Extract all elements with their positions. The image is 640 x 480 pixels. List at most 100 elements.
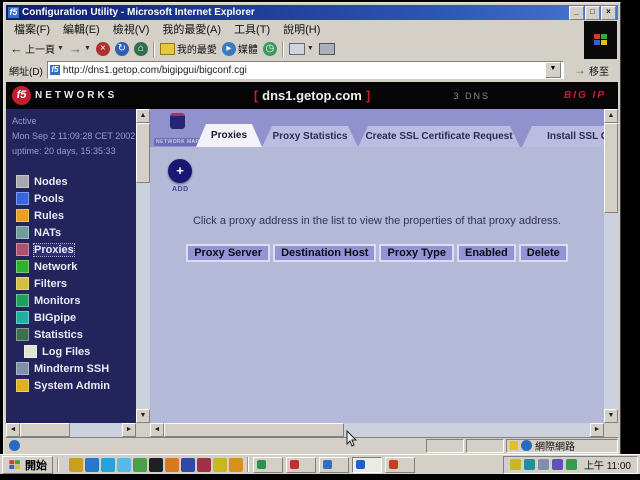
hostname-banner: [dns1.getop.com] — [6, 88, 618, 103]
forward-button[interactable]: → ▼ — [69, 41, 91, 56]
sidebar-item-nodes[interactable]: Nodes — [6, 173, 136, 190]
sidebar-item-proxies[interactable]: Proxies — [6, 241, 136, 258]
status-page-icon — [9, 440, 20, 451]
scroll-up-button[interactable]: ▲ — [604, 109, 618, 123]
sidebar-item-system-admin[interactable]: System Admin — [6, 377, 136, 394]
home-button[interactable]: ⌂ — [134, 42, 148, 56]
start-button[interactable]: 開始 — [2, 456, 53, 474]
quicklaunch-icon-9[interactable] — [197, 458, 211, 472]
scroll-right-button[interactable]: ► — [122, 423, 136, 437]
quicklaunch-icon-6[interactable] — [149, 458, 163, 472]
menu-view[interactable]: 檢視(V) — [113, 21, 150, 37]
scroll-thumb[interactable] — [136, 123, 150, 183]
sidebar-item-nats[interactable]: NATs — [6, 224, 136, 241]
quicklaunch-icon-11[interactable] — [229, 458, 243, 472]
status-active: Active — [12, 114, 136, 129]
sidebar-item-monitors[interactable]: Monitors — [6, 292, 136, 309]
tray-flag-icon[interactable] — [524, 459, 535, 470]
mindterm-ssh-icon — [16, 362, 29, 375]
column-proxy-server: Proxy Server — [186, 244, 270, 262]
maximize-button[interactable]: □ — [585, 6, 600, 20]
task-button-5[interactable] — [385, 457, 415, 473]
tab-proxies[interactable]: Proxies — [196, 124, 262, 147]
add-proxy-button[interactable]: + — [168, 159, 192, 183]
f5-banner: f5 NETWORKS [dns1.getop.com] 3 DNS BIG I… — [6, 82, 618, 109]
menu-favorites[interactable]: 我的最愛(A) — [162, 21, 221, 37]
minimize-button[interactable]: _ — [569, 6, 584, 20]
tab-create-ssl-certificate-request[interactable]: Create SSL Certificate Request — [358, 126, 520, 147]
quicklaunch-icon-10[interactable] — [213, 458, 227, 472]
sidebar-item-statistics[interactable]: Statistics — [6, 326, 136, 343]
mail-dropdown-icon[interactable]: ▼ — [307, 45, 314, 52]
scroll-down-button[interactable]: ▼ — [604, 409, 618, 423]
banner-3dns-link[interactable]: 3 DNS — [453, 91, 490, 101]
quicklaunch-icon-1[interactable] — [69, 458, 83, 472]
address-dropdown-button[interactable]: ▼ — [545, 62, 561, 78]
address-label: 網址(D) — [9, 63, 43, 78]
print-button[interactable] — [319, 43, 335, 55]
scrollbar-corner — [604, 423, 618, 437]
instruction-text: Click a proxy address in the list to vie… — [150, 215, 604, 227]
column-proxy-type: Proxy Type — [379, 244, 454, 262]
sidebar-item-rules[interactable]: Rules — [6, 207, 136, 224]
statistics-icon — [16, 328, 29, 341]
favorites-button[interactable]: 我的最愛 — [160, 41, 217, 56]
quicklaunch-icon-7[interactable] — [165, 458, 179, 472]
scroll-right-button[interactable]: ► — [590, 423, 604, 437]
mail-button[interactable]: ▼ — [289, 43, 314, 55]
remote-access-icon[interactable] — [566, 459, 577, 470]
scroll-up-button[interactable]: ▲ — [136, 109, 150, 123]
sidebar-item-log-files[interactable]: Log Files — [6, 343, 136, 360]
scroll-left-button[interactable]: ◄ — [150, 423, 164, 437]
menu-help[interactable]: 說明(H) — [283, 21, 320, 37]
go-button[interactable]: → 移至 — [568, 62, 615, 79]
menu-file[interactable]: 檔案(F) — [14, 21, 50, 37]
task-button-1[interactable] — [253, 457, 283, 473]
media-button[interactable]: ▸ 媒體 — [222, 41, 258, 56]
quicklaunch-icon-8[interactable] — [181, 458, 195, 472]
network-map-button[interactable]: NETWORK MAP — [154, 112, 200, 144]
menu-tools[interactable]: 工具(T) — [234, 21, 270, 37]
display-icon[interactable] — [538, 459, 549, 470]
quicklaunch-icon-2[interactable] — [85, 458, 99, 472]
scroll-thumb[interactable] — [604, 123, 618, 213]
tray-app-icon[interactable] — [552, 459, 563, 470]
stop-button[interactable]: × — [96, 42, 110, 56]
status-date: Mon Sep 2 11:09:28 CET 2002 — [12, 129, 136, 144]
quicklaunch-icon-3[interactable] — [101, 458, 115, 472]
sidebar-item-mindterm-ssh[interactable]: Mindterm SSH — [6, 360, 136, 377]
task-button-ie-active[interactable] — [352, 457, 382, 473]
main-horizontal-scrollbar[interactable]: ◄ ► — [150, 423, 604, 437]
frames-container: Active Mon Sep 2 11:09:28 CET 2002 uptim… — [6, 109, 618, 437]
volume-icon[interactable] — [510, 459, 521, 470]
forward-dropdown-icon[interactable]: ▼ — [84, 45, 91, 52]
sidebar-item-bigpipe[interactable]: BIGpipe — [6, 309, 136, 326]
tab-install-ssl-certificate[interactable]: Install SSL Certif — [522, 126, 604, 147]
app-icon — [323, 460, 332, 469]
scroll-thumb[interactable] — [164, 423, 344, 437]
quicklaunch-icon-4[interactable] — [117, 458, 131, 472]
quicklaunch-icon-5[interactable] — [133, 458, 147, 472]
sidebar-item-filters[interactable]: Filters — [6, 275, 136, 292]
sidebar-item-network[interactable]: Network — [6, 258, 136, 275]
scroll-thumb[interactable] — [20, 423, 70, 437]
go-label: 移至 — [589, 63, 609, 78]
tab-proxy-statistics[interactable]: Proxy Statistics — [262, 126, 358, 147]
history-button[interactable]: ◷ — [263, 42, 277, 56]
task-button-3[interactable] — [319, 457, 349, 473]
address-input[interactable]: f5 http://dns1.getop.com/bigipgui/bigcon… — [47, 61, 564, 79]
status-pane — [426, 439, 464, 453]
menu-edit[interactable]: 編輯(E) — [63, 21, 100, 37]
back-dropdown-icon[interactable]: ▼ — [57, 45, 64, 52]
sidebar-vertical-scrollbar[interactable]: ▲ ▼ — [136, 109, 150, 423]
main-vertical-scrollbar[interactable]: ▲ ▼ — [604, 109, 618, 423]
banner-bigip-link[interactable]: BIG IP — [564, 90, 606, 101]
back-button[interactable]: ← 上一頁 ▼ — [10, 41, 64, 56]
sidebar-item-pools[interactable]: Pools — [6, 190, 136, 207]
sidebar-horizontal-scrollbar[interactable]: ◄ ► — [6, 423, 136, 437]
scroll-down-button[interactable]: ▼ — [136, 409, 150, 423]
refresh-button[interactable]: ↻ — [115, 42, 129, 56]
scroll-left-button[interactable]: ◄ — [6, 423, 20, 437]
task-button-2[interactable] — [286, 457, 316, 473]
close-button[interactable]: × — [601, 6, 616, 20]
